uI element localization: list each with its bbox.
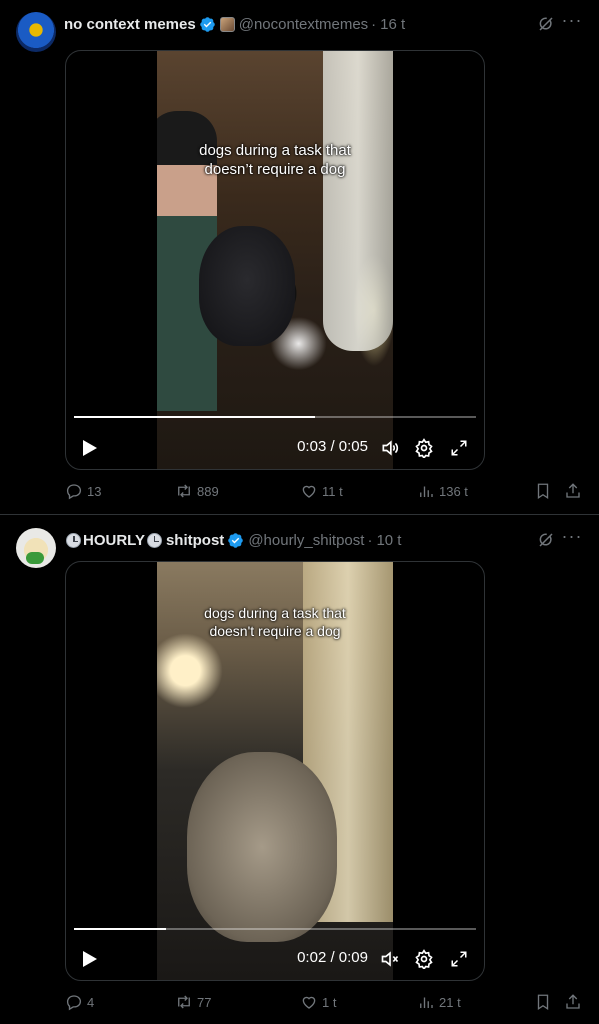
share-icon <box>566 994 580 1009</box>
separator-dot: · <box>367 531 373 549</box>
clock-icon <box>146 532 162 548</box>
verified-badge-icon[interactable] <box>227 532 244 549</box>
video-progress-fill <box>74 928 167 930</box>
share-button[interactable] <box>564 993 582 1011</box>
reply-count: 13 <box>87 483 102 499</box>
video-progress-fill <box>74 416 316 418</box>
avatar[interactable] <box>16 528 56 568</box>
video-caption: dogs during a task that doesn’t require … <box>199 142 351 178</box>
verified-badge-icon[interactable] <box>199 16 216 33</box>
views-icon <box>420 486 433 497</box>
video-player[interactable]: dogs during a task that doesn't require … <box>65 561 485 981</box>
tweet[interactable]: no context memes @nocontextmemes · 16 t … <box>0 0 599 515</box>
play-icon[interactable] <box>82 439 98 457</box>
like-button[interactable]: 1 t <box>300 993 336 1011</box>
reply-button[interactable]: 4 <box>65 993 94 1011</box>
bookmark-icon <box>537 994 549 1011</box>
views-button[interactable]: 136 t <box>417 482 468 500</box>
grok-icon[interactable] <box>537 15 555 33</box>
grok-icon[interactable] <box>537 531 555 549</box>
repost-icon <box>178 484 190 498</box>
more-icon[interactable]: ··· <box>561 11 583 34</box>
video-progress-bar[interactable] <box>74 416 476 418</box>
timestamp[interactable]: 10 t <box>376 532 401 549</box>
like-icon <box>302 996 316 1009</box>
views-count: 136 t <box>439 483 468 499</box>
display-name[interactable]: no context memes <box>64 16 196 33</box>
play-icon[interactable] <box>82 950 98 968</box>
reply-button[interactable]: 13 <box>65 482 101 500</box>
more-icon[interactable]: ··· <box>561 527 583 550</box>
video-player[interactable]: dogs during a task that doesn’t require … <box>65 50 485 470</box>
muted-icon[interactable] <box>380 949 400 969</box>
settings-icon[interactable] <box>414 949 434 969</box>
views-button[interactable]: 21 t <box>417 993 461 1011</box>
reply-icon <box>66 995 82 1011</box>
repost-count: 889 <box>197 483 219 499</box>
like-icon <box>302 485 316 498</box>
views-count: 21 t <box>439 994 461 1010</box>
affiliate-badge-icon[interactable] <box>219 16 235 32</box>
like-count: 1 t <box>322 994 337 1010</box>
clock-icon <box>66 532 81 548</box>
repost-count: 77 <box>197 994 212 1010</box>
share-icon <box>566 483 580 498</box>
tweet-actions: 13 889 11 t 136 t <box>65 482 583 502</box>
display-name-part[interactable]: HOURLY <box>83 532 145 549</box>
bookmark-button[interactable] <box>534 482 552 500</box>
bookmark-button[interactable] <box>534 993 552 1011</box>
video-frame[interactable]: dogs during a task that doesn't require … <box>157 562 393 980</box>
bookmark-icon <box>537 483 549 500</box>
volume-icon[interactable] <box>380 438 400 458</box>
handle[interactable]: @hourly_shitpost <box>248 532 364 549</box>
repost-button[interactable]: 889 <box>175 482 219 500</box>
share-button[interactable] <box>564 482 582 500</box>
separator-dot: · <box>371 15 377 33</box>
repost-button[interactable]: 77 <box>175 993 211 1011</box>
tweet-actions: 4 77 1 t 21 t <box>65 993 583 1013</box>
reply-icon <box>66 484 82 500</box>
video-timecode: 0:03 / 0:05 <box>297 438 368 455</box>
like-count: 11 t <box>322 483 343 499</box>
tweet[interactable]: HOURLY shitpost @hourly_shitpost · 10 t … <box>0 516 599 1024</box>
video-caption: dogs during a task that doesn't require … <box>204 605 346 639</box>
settings-icon[interactable] <box>414 438 434 458</box>
video-progress-bar[interactable] <box>74 928 476 930</box>
timestamp[interactable]: 16 t <box>380 16 405 33</box>
tweet-header: no context memes @nocontextmemes · 16 t <box>64 14 405 34</box>
fullscreen-icon[interactable] <box>450 439 468 457</box>
reply-count: 4 <box>87 994 95 1010</box>
tweet-header: HOURLY shitpost @hourly_shitpost · 10 t <box>64 530 401 550</box>
like-button[interactable]: 11 t <box>300 482 343 500</box>
avatar[interactable] <box>16 12 56 52</box>
repost-icon <box>178 995 190 1009</box>
video-timecode: 0:02 / 0:09 <box>297 949 368 966</box>
handle[interactable]: @nocontextmemes <box>239 16 368 33</box>
fullscreen-icon[interactable] <box>450 950 468 968</box>
video-frame[interactable]: dogs during a task that doesn’t require … <box>157 51 393 469</box>
display-name-part[interactable]: shitpost <box>166 532 224 549</box>
views-icon <box>420 997 433 1008</box>
